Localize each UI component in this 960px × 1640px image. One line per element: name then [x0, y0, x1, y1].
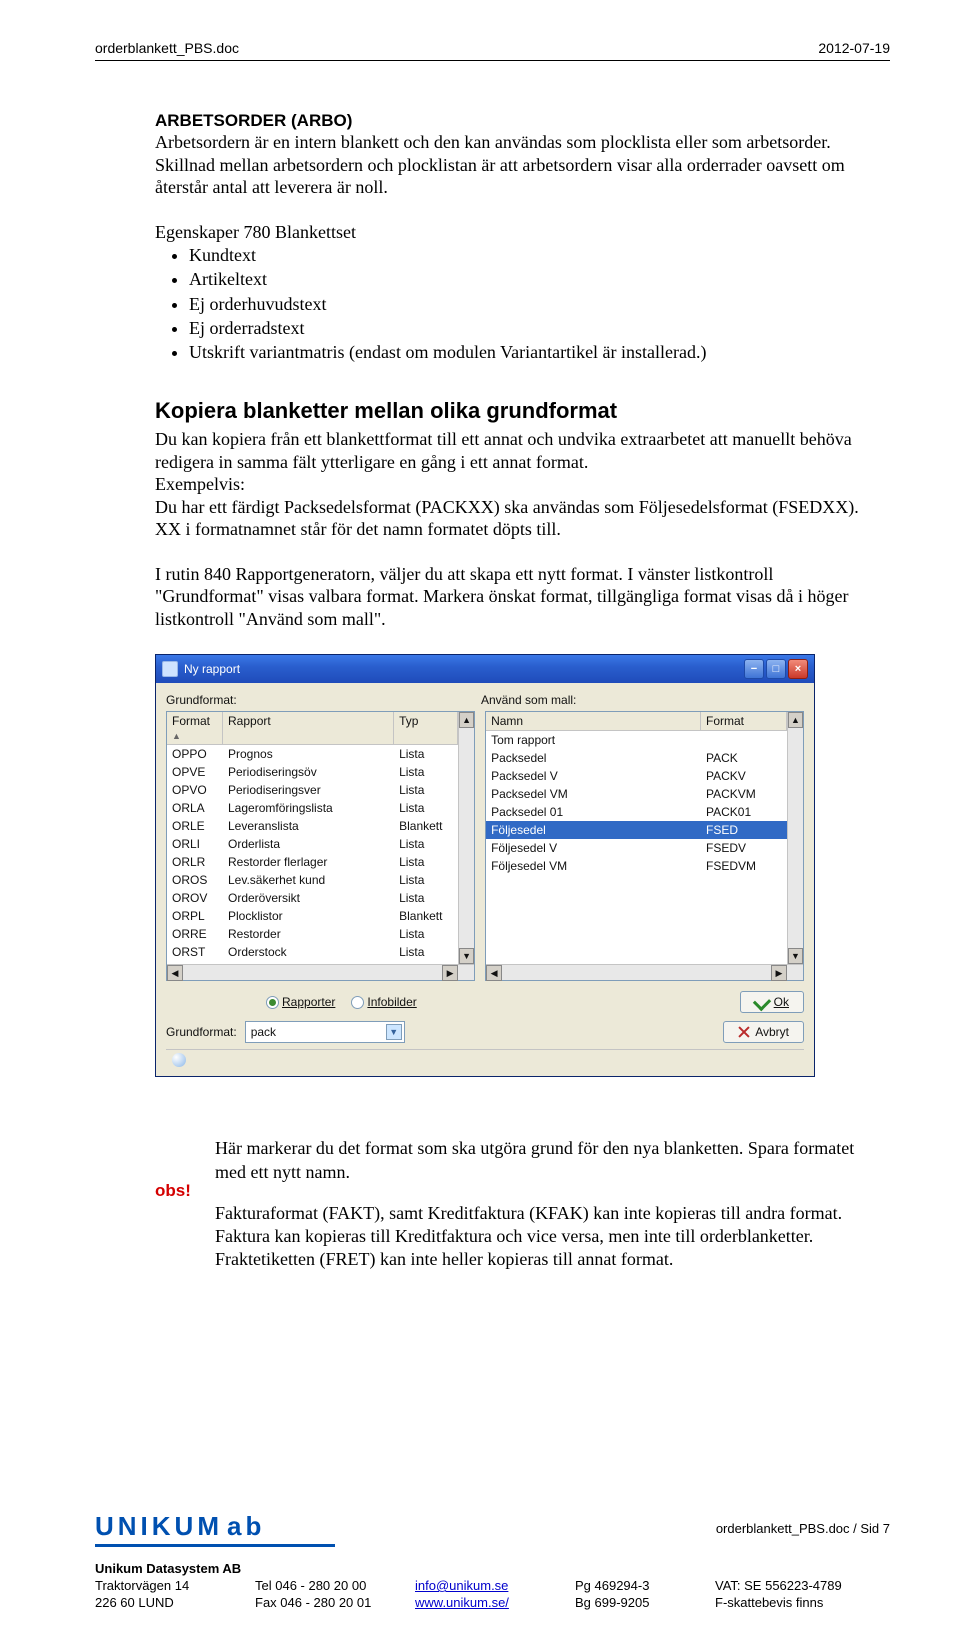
web-link[interactable]: www.unikum.se/ — [415, 1595, 509, 1610]
combo-label: Grundformat: — [166, 1025, 237, 1039]
page-header: orderblankett_PBS.doc 2012-07-19 — [95, 40, 890, 56]
col-typ[interactable]: Typ — [394, 712, 458, 744]
minimize-button[interactable]: − — [744, 659, 764, 679]
table-row[interactable]: ORPLPlocklistorBlankett — [167, 907, 458, 925]
scrollbar-horizontal[interactable]: ◀▶ — [486, 964, 803, 980]
combo-grundformat[interactable]: pack ▼ — [245, 1021, 405, 1043]
table-row[interactable]: ORSTOrderstockLista — [167, 943, 458, 961]
kopiera-p2: Exempelvis: — [155, 473, 880, 496]
logo-underline — [95, 1544, 335, 1547]
cancel-button[interactable]: Avbryt — [723, 1021, 804, 1043]
maximize-button[interactable]: □ — [766, 659, 786, 679]
close-button[interactable]: × — [788, 659, 808, 679]
info-icon — [172, 1053, 186, 1067]
dialog-ny-rapport: Ny rapport − □ × Grundformat: Använd som… — [155, 654, 815, 1077]
fax: Fax 046 - 280 20 01 — [255, 1595, 415, 1610]
table-row[interactable]: OPVEPeriodiseringsövLista — [167, 763, 458, 781]
list-rows-right: Tom rapportPacksedelPACKPacksedel VPACKV… — [486, 731, 787, 875]
list-item: Utskrift variantmatris (endast om module… — [189, 340, 880, 364]
fskatt: F-skattebevis finns — [715, 1595, 885, 1610]
col-format[interactable]: Format — [701, 712, 787, 730]
email-link[interactable]: info@unikum.se — [415, 1578, 508, 1593]
list-header[interactable]: Format Rapport Typ — [167, 712, 458, 745]
table-row[interactable]: FöljesedelFSED — [486, 821, 787, 839]
listbox-grundformat[interactable]: Format Rapport Typ OPPOPrognosListaOPVEP… — [166, 711, 475, 981]
arbo-paragraph: Arbetsordern är en intern blankett och d… — [155, 131, 880, 199]
logo-text: UNIKUM — [95, 1511, 223, 1541]
list-item: Kundtext — [189, 243, 880, 267]
kopiera-p3: Du har ett färdigt Packsedelsformat (PAC… — [155, 496, 880, 541]
col-namn[interactable]: Namn — [486, 712, 701, 730]
check-icon — [752, 993, 770, 1011]
vat: VAT: SE 556223-4789 — [715, 1578, 885, 1593]
ok-button[interactable]: Ok — [740, 991, 804, 1013]
table-row[interactable]: Packsedel 01PACK01 — [486, 803, 787, 821]
status-bar — [166, 1049, 804, 1070]
kopiera-p1: Du kan kopiera från ett blankettformat t… — [155, 428, 880, 473]
scrollbar-vertical[interactable]: ▲▼ — [787, 712, 803, 964]
close-icon — [738, 1026, 750, 1038]
listbox-mall[interactable]: Namn Format Tom rapportPacksedelPACKPack… — [485, 711, 804, 981]
section-kopiera-title: Kopiera blanketter mellan olika grundfor… — [155, 398, 880, 424]
radio-infobilder[interactable]: Infobilder — [351, 995, 416, 1009]
list-item: Artikeltext — [189, 267, 880, 291]
company-name: Unikum Datasystem AB — [95, 1561, 255, 1576]
section-arbo-title: ARBETSORDER (ARBO) — [155, 111, 880, 131]
footer-pageref: orderblankett_PBS.doc / Sid 7 — [716, 1521, 890, 1536]
label-mall: Använd som mall: — [481, 693, 576, 707]
list-rows-left: OPPOPrognosListaOPVEPeriodiseringsövList… — [167, 745, 458, 980]
table-row[interactable]: OPPOPrognosLista — [167, 745, 458, 763]
doc-name: orderblankett_PBS.doc — [95, 40, 239, 56]
radio-rapporter[interactable]: Rapporter — [266, 995, 335, 1009]
doc-date: 2012-07-19 — [818, 40, 890, 56]
table-row[interactable]: Packsedel VPACKV — [486, 767, 787, 785]
obs-label: obs! — [155, 1137, 215, 1288]
chevron-down-icon[interactable]: ▼ — [386, 1024, 402, 1040]
table-row[interactable]: Följesedel VFSEDV — [486, 839, 787, 857]
page-footer: UNIKUM ab orderblankett_PBS.doc / Sid 7 … — [95, 1511, 890, 1610]
radio-icon — [266, 996, 279, 1009]
table-row[interactable]: OROSLev.säkerhet kundLista — [167, 871, 458, 889]
table-row[interactable]: OROVOrderöversiktLista — [167, 889, 458, 907]
window-icon — [162, 661, 178, 677]
tel: Tel 046 - 280 20 00 — [255, 1578, 415, 1593]
table-row[interactable]: OPVOPeriodiseringsverLista — [167, 781, 458, 799]
egenskaper-list: Kundtext Artikeltext Ej orderhuvudstext … — [155, 243, 880, 364]
kopiera-p4: I rutin 840 Rapportgeneratorn, väljer du… — [155, 563, 880, 631]
dialog-title: Ny rapport — [184, 662, 240, 676]
table-row[interactable]: ORRERestorderLista — [167, 925, 458, 943]
titlebar[interactable]: Ny rapport − □ × — [156, 655, 814, 683]
table-row[interactable]: Packsedel VMPACKVM — [486, 785, 787, 803]
scrollbar-vertical[interactable]: ▲▼ — [458, 712, 474, 964]
pg: Pg 469294-3 — [575, 1578, 715, 1593]
radio-icon — [351, 996, 364, 1009]
list-item: Ej orderradstext — [189, 316, 880, 340]
header-rule — [95, 60, 890, 61]
combo-value: pack — [251, 1025, 276, 1039]
list-item: Ej orderhuvudstext — [189, 292, 880, 316]
table-row[interactable]: ORLIOrderlistaLista — [167, 835, 458, 853]
list-header[interactable]: Namn Format — [486, 712, 787, 731]
obs-p1: Här markerar du det format som ska utgör… — [215, 1137, 880, 1183]
egenskaper-heading: Egenskaper 780 Blankettset — [155, 221, 880, 244]
logo-suffix: ab — [227, 1511, 265, 1541]
table-row[interactable]: ORLRRestorder flerlagerLista — [167, 853, 458, 871]
table-row[interactable]: ORLALageromföringslistaLista — [167, 799, 458, 817]
table-row[interactable]: ORLELeveranslistaBlankett — [167, 817, 458, 835]
label-grundformat: Grundformat: — [166, 693, 481, 707]
bg: Bg 699-9205 — [575, 1595, 715, 1610]
addr1: Traktorvägen 14 — [95, 1578, 255, 1593]
col-format[interactable]: Format — [167, 712, 223, 744]
scrollbar-horizontal[interactable]: ◀▶ — [167, 964, 474, 980]
addr2: 226 60 LUND — [95, 1595, 255, 1610]
table-row[interactable]: Tom rapport — [486, 731, 787, 749]
table-row[interactable]: PacksedelPACK — [486, 749, 787, 767]
table-row[interactable]: Följesedel VMFSEDVM — [486, 857, 787, 875]
col-rapport[interactable]: Rapport — [223, 712, 394, 744]
obs-p2: Fakturaformat (FAKT), samt Kreditfaktura… — [215, 1202, 880, 1271]
